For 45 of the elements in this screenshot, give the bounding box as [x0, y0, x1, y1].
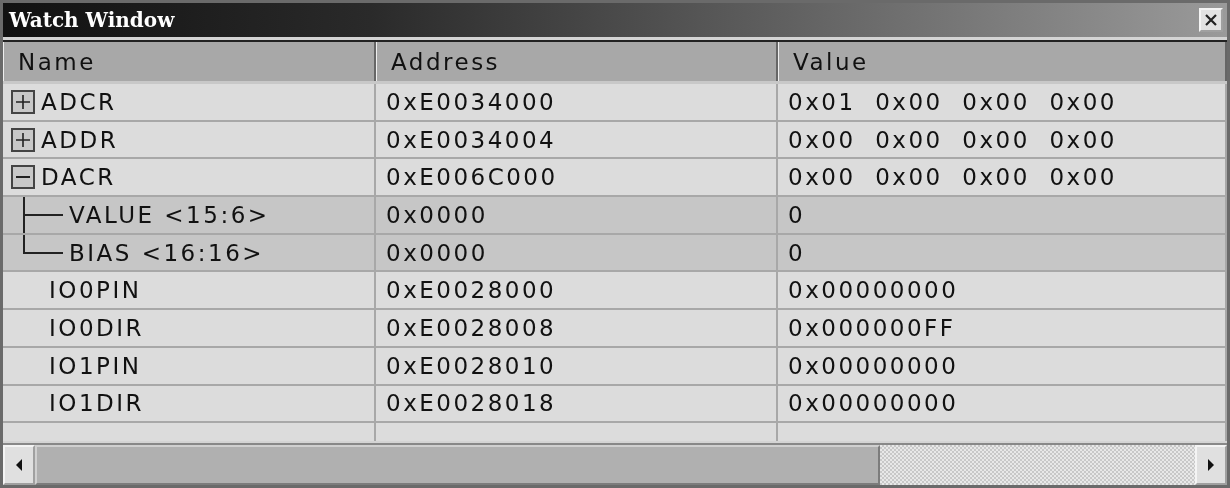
register-value: 0x00 0x00 0x00 0x00 [788, 126, 1117, 153]
column-header[interactable]: Name [3, 42, 376, 81]
register-name: DACR [41, 164, 116, 191]
field-value: 0 [788, 239, 806, 266]
address-value: 0xE0028008 [386, 314, 557, 341]
scroll-left-button[interactable] [3, 445, 35, 485]
register-name: IO0PIN [49, 277, 142, 304]
address-value: 0xE0028000 [386, 277, 557, 304]
register-name: ADDR [41, 126, 119, 153]
collapse-toggle[interactable] [11, 165, 35, 190]
field-value: 0 [788, 202, 806, 229]
plus-icon [16, 132, 30, 147]
register-value: 0x00000000 [788, 352, 959, 379]
minus-icon [16, 176, 30, 179]
expand-toggle[interactable] [11, 89, 35, 114]
close-button[interactable] [1199, 8, 1223, 32]
address-value: 0xE0034000 [386, 88, 557, 115]
register-value: 0x00 0x00 0x00 0x00 [788, 164, 1117, 191]
register-name: IO1PIN [49, 352, 142, 379]
register-value: 0x00000000 [788, 277, 959, 304]
address-value: 0xE0034004 [386, 126, 557, 153]
address-value: 0x0000 [386, 239, 488, 266]
register-name: IO0DIR [49, 314, 144, 341]
field-name: VALUE <15:6> [69, 202, 270, 229]
right-arrow-icon [1206, 458, 1216, 472]
window-title: Watch Window [9, 8, 175, 32]
address-value: 0xE0028010 [386, 352, 557, 379]
left-arrow-icon [14, 458, 24, 472]
register-value: 0x01 0x00 0x00 0x00 [788, 88, 1117, 115]
register-value: 0x000000FF [788, 314, 956, 341]
column-header[interactable]: Address [376, 42, 778, 81]
expand-toggle[interactable] [11, 127, 35, 152]
horizontal-scrollbar[interactable] [3, 443, 1227, 485]
field-name: BIAS <16:16> [69, 239, 265, 266]
register-value: 0x00000000 [788, 390, 959, 417]
plus-icon [16, 94, 30, 109]
column-header[interactable]: Value [778, 42, 1227, 81]
register-name: IO1DIR [49, 390, 144, 417]
scrollbar-thumb[interactable] [35, 445, 880, 485]
address-value: 0xE006C000 [386, 164, 558, 191]
close-icon [1204, 13, 1218, 27]
scroll-right-button[interactable] [1195, 445, 1227, 485]
address-value: 0xE0028018 [386, 390, 557, 417]
register-name: ADCR [41, 88, 117, 115]
address-value: 0x0000 [386, 202, 488, 229]
